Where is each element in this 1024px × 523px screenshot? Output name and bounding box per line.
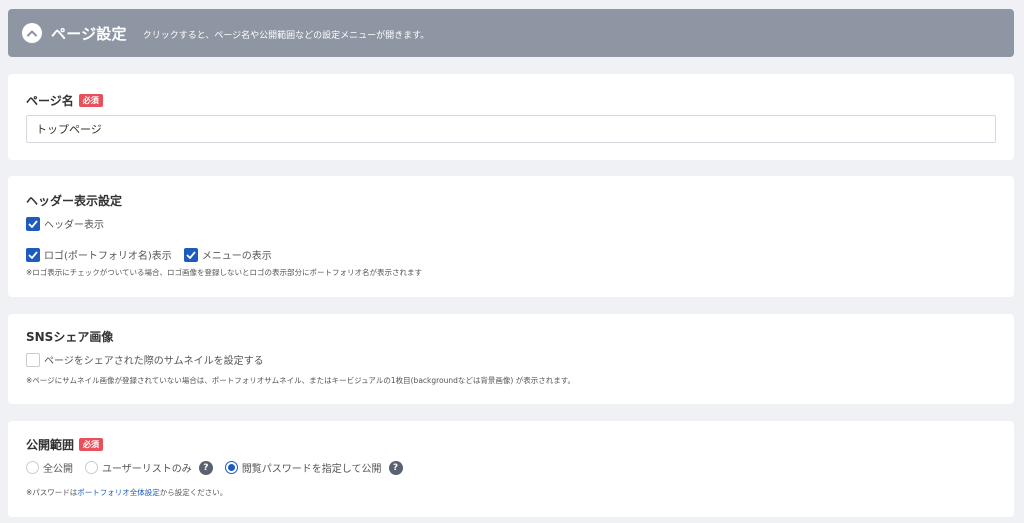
- visibility-option-password: 閲覧パスワードを指定して公開: [241, 464, 382, 475]
- show-logo-checkbox[interactable]: [26, 247, 40, 262]
- visibility-radio-public[interactable]: [26, 461, 39, 474]
- logo-display-note: ※ロゴ表示にチェックがついている場合、ロゴ画像を登録しないとロゴの表示部分にポー…: [26, 268, 423, 277]
- help-icon[interactable]: ?: [198, 460, 213, 475]
- page-settings-title: ページ設定: [51, 24, 127, 43]
- visibility-radio-user-list[interactable]: [85, 461, 98, 474]
- visibility-option-user-list: ユーザーリストのみ: [102, 464, 192, 475]
- show-menu-label: メニューの表示: [201, 251, 272, 262]
- password-note: ※パスワードはポートフォリオ全体設定から設定ください。: [26, 488, 228, 497]
- page-name-input[interactable]: [26, 115, 996, 143]
- header-display-section: ヘッダー表示設定 ヘッダー表示 ロゴ(ポートフォリオ名)表示 メニューの表示 ※…: [8, 176, 1014, 297]
- help-icon[interactable]: ?: [388, 460, 403, 475]
- show-header-checkbox[interactable]: [26, 216, 40, 231]
- header-display-label: ヘッダー表示設定: [26, 194, 123, 208]
- chevron-up-icon: [27, 30, 37, 36]
- visibility-option-public: 全公開: [43, 464, 73, 475]
- page-name-section: ページ名 必須: [8, 74, 1014, 160]
- sns-share-label: SNSシェア画像: [26, 330, 114, 344]
- show-menu-checkbox[interactable]: [183, 247, 198, 262]
- sns-thumbnail-note: ※ページにサムネイル画像が登録されていない場合は、ポートフォリオサムネイル、また…: [26, 376, 575, 385]
- page-settings-hint: クリックすると、ページ名や公開範囲などの設定メニューが開きます。: [142, 30, 430, 41]
- required-badge: 必須: [79, 438, 104, 451]
- page-name-label: ページ名 必須: [26, 92, 103, 109]
- sns-share-section: SNSシェア画像 ページをシェアされた際のサムネイルを設定する ※ページにサムネ…: [8, 314, 1014, 404]
- portfolio-settings-link[interactable]: ポートフォリオ全体設定: [77, 488, 160, 497]
- collapse-toggle-button[interactable]: [22, 23, 42, 43]
- checkmark-icon: [186, 250, 196, 259]
- page-settings-header[interactable]: ページ設定 クリックすると、ページ名や公開範囲などの設定メニューが開きます。: [8, 9, 1014, 57]
- show-header-label: ヘッダー表示: [44, 220, 104, 231]
- required-badge: 必須: [78, 94, 103, 107]
- checkmark-icon: [28, 219, 38, 228]
- checkmark-icon: [28, 250, 38, 259]
- visibility-section: 公開範囲 必須 全公開 ユーザーリストのみ ? 閲覧パスワードを指定して公開 ?…: [8, 421, 1014, 517]
- sns-thumbnail-label: ページをシェアされた際のサムネイルを設定する: [44, 356, 264, 367]
- sns-thumbnail-checkbox[interactable]: [26, 352, 40, 367]
- visibility-radio-password[interactable]: [224, 461, 238, 474]
- show-logo-label: ロゴ(ポートフォリオ名)表示: [44, 251, 172, 262]
- visibility-label: 公開範囲 必須: [26, 436, 104, 453]
